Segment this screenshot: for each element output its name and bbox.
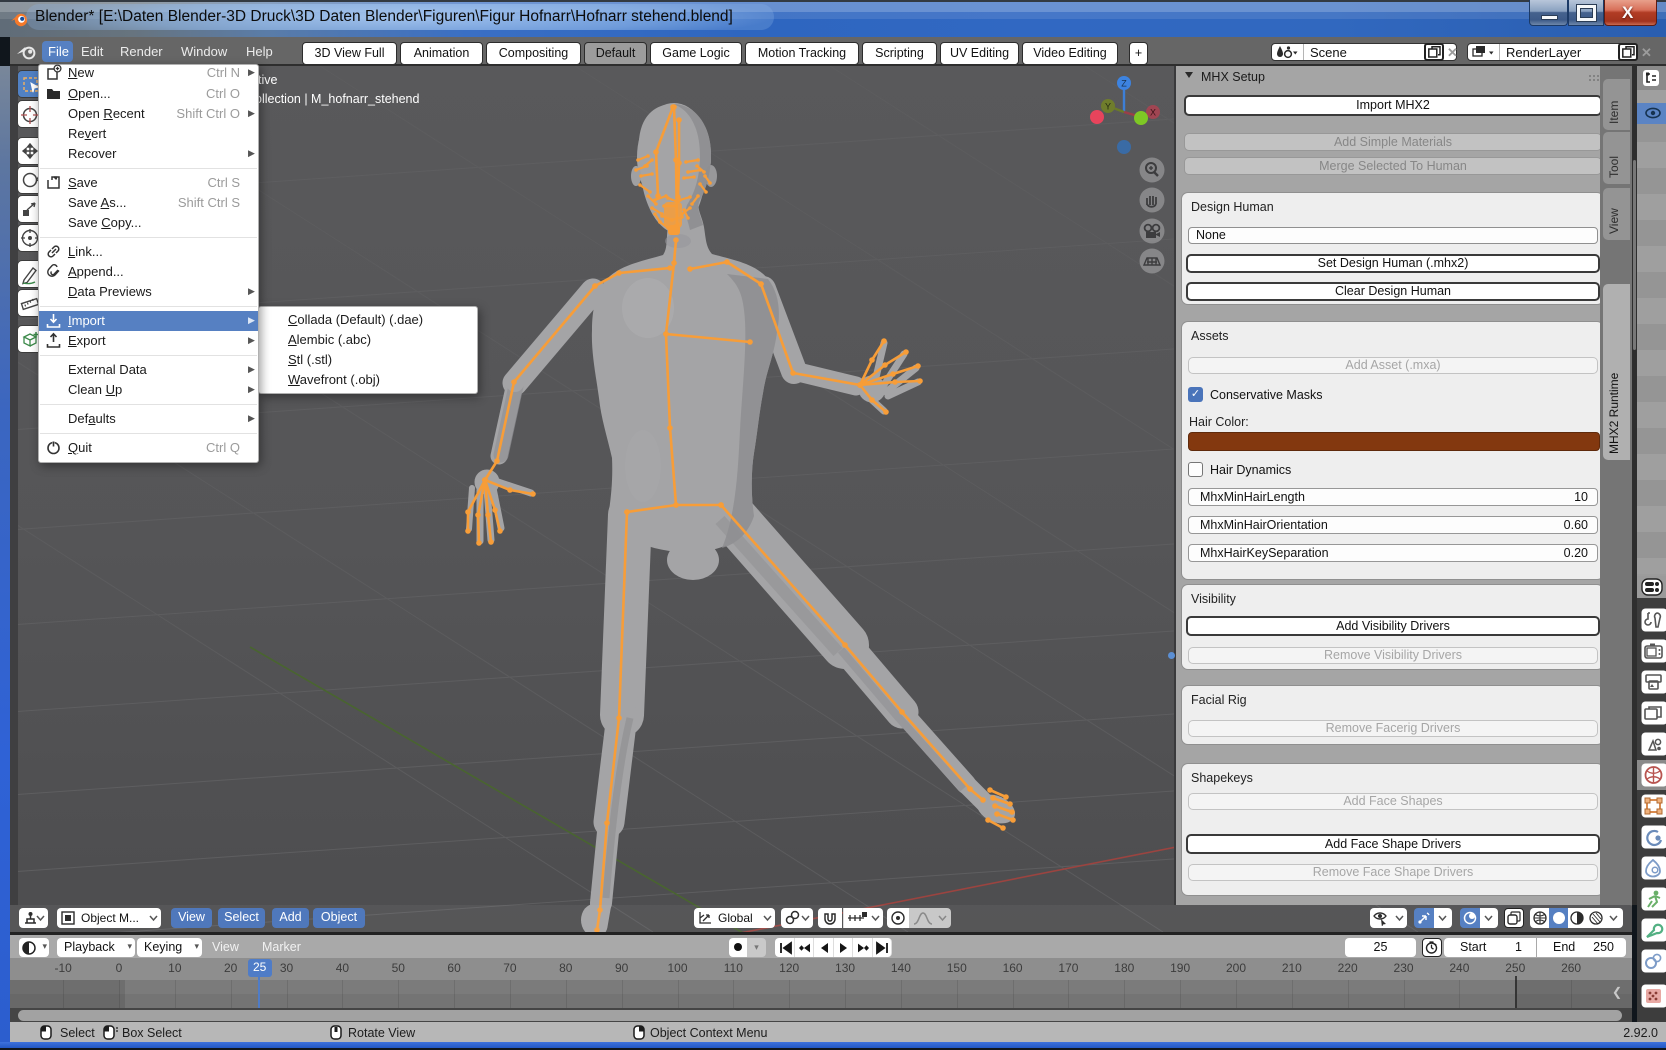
svg-text:Z: Z [1121, 79, 1127, 89]
svg-text:X: X [1150, 108, 1156, 118]
svg-text:tive: tive [258, 73, 278, 87]
svg-text:Y: Y [1105, 102, 1111, 112]
svg-text:ollection | M_hofnarr_stehend: ollection | M_hofnarr_stehend [255, 92, 420, 106]
